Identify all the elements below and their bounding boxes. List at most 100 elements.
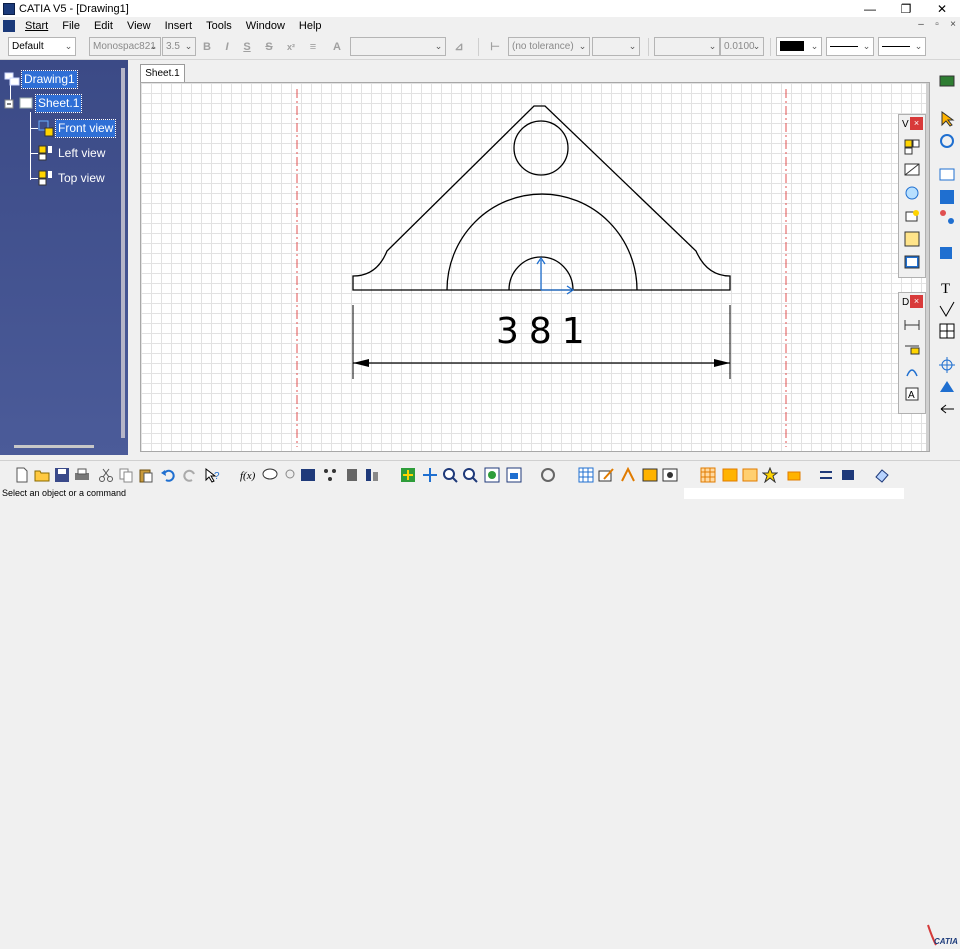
superscript-button[interactable]: x²	[282, 38, 300, 56]
align-icon[interactable]: ≡	[304, 38, 322, 56]
strikethrough-button[interactable]: S	[260, 38, 278, 56]
tree-node-top-view[interactable]: Top view	[38, 169, 107, 187]
close-button[interactable]: ✕	[924, 0, 960, 17]
pan-icon[interactable]	[422, 467, 438, 483]
copy-icon[interactable]	[118, 467, 134, 483]
mdi-restore-button[interactable]: ▫	[930, 18, 944, 32]
tab-sheet-1[interactable]: Sheet.1	[140, 64, 185, 82]
star-icon[interactable]	[761, 466, 779, 484]
fit-all-icon[interactable]	[400, 467, 416, 483]
broken-view-tool-icon[interactable]	[903, 230, 921, 248]
orange-layout-icon[interactable]	[742, 467, 758, 483]
menu-edit[interactable]: Edit	[87, 20, 120, 32]
menu-view[interactable]: View	[120, 20, 158, 32]
line-type-select[interactable]: ⌄	[826, 37, 874, 56]
graph-icon[interactable]	[322, 467, 338, 483]
menu-window[interactable]: Window	[239, 20, 292, 32]
dimensioning-toolbar-close-button[interactable]: ×	[910, 295, 923, 308]
line-thickness-select[interactable]: ⌄	[878, 37, 926, 56]
comment-icon[interactable]	[262, 467, 278, 483]
analysis-icon[interactable]	[620, 466, 636, 483]
bold-button[interactable]: B	[198, 38, 216, 56]
projection-icon[interactable]	[938, 208, 956, 226]
text-tool-icon[interactable]: A	[903, 385, 921, 403]
undo-icon[interactable]	[160, 467, 176, 483]
workbench-icon[interactable]	[938, 72, 956, 90]
tolerance-select[interactable]: (no tolerance) ⌄	[508, 37, 590, 56]
menu-start[interactable]: Start	[18, 20, 55, 32]
precision-select[interactable]: 0.0100 ⌄	[720, 37, 764, 56]
table-editor-icon[interactable]	[300, 467, 316, 483]
style-select[interactable]: Default ⌄	[8, 37, 76, 56]
section-view-tool-icon[interactable]	[903, 161, 921, 179]
normal-view-icon[interactable]	[506, 467, 522, 483]
detail-view-tool-icon[interactable]	[903, 184, 921, 202]
font-select[interactable]: Monospac821 ⌄	[89, 37, 161, 56]
view-layout-icon[interactable]	[938, 188, 956, 206]
new-sheet-icon[interactable]	[938, 166, 956, 184]
formula-icon[interactable]: f(x)	[240, 467, 256, 483]
text-annotation-icon[interactable]: T	[938, 278, 956, 297]
dimension-tool-icon[interactable]: ⊿	[450, 38, 468, 56]
drawing-canvas[interactable]: 381	[140, 82, 930, 452]
font-size-select[interactable]: 3.5 ⌄	[162, 37, 196, 56]
menu-tools[interactable]: Tools	[199, 20, 239, 32]
tree-node-drawing[interactable]: Drawing1	[4, 69, 78, 89]
select-arrow-icon[interactable]	[938, 110, 956, 128]
photo-icon[interactable]	[662, 467, 678, 483]
tolerance-value-select[interactable]: ⌄	[592, 37, 640, 56]
new-file-icon[interactable]	[14, 467, 30, 483]
roughness-icon[interactable]	[938, 300, 956, 318]
zoom-in-icon[interactable]	[442, 467, 458, 483]
erase-icon[interactable]	[874, 467, 890, 483]
mdi-close-button[interactable]: ×	[946, 18, 960, 32]
zoom-out-icon[interactable]	[462, 467, 478, 483]
menu-file[interactable]: File	[55, 20, 87, 32]
layers-icon[interactable]	[840, 467, 856, 483]
symbol-select[interactable]: ⌄	[350, 37, 446, 56]
area-fill-icon[interactable]	[938, 378, 956, 396]
tree-node-sheet[interactable]: Sheet.1	[4, 93, 83, 113]
generation-icon[interactable]	[938, 244, 956, 262]
orange-table-icon[interactable]	[722, 467, 738, 483]
orange-grid-icon[interactable]	[700, 467, 716, 483]
underline-button[interactable]: S	[238, 38, 256, 56]
clipping-view-tool-icon[interactable]	[903, 207, 921, 225]
views-toolbar-close-button[interactable]: ×	[910, 117, 923, 130]
table-icon[interactable]	[938, 322, 956, 340]
dimension-edit-tool-icon[interactable]	[903, 362, 921, 380]
dimension-value[interactable]: 381	[496, 311, 586, 352]
tolerancing-tool-icon[interactable]	[903, 339, 921, 357]
line-color-select[interactable]: ⌄	[776, 37, 822, 56]
redo-icon[interactable]	[182, 467, 198, 483]
update-icon[interactable]	[938, 132, 956, 150]
swap-icon[interactable]	[818, 467, 834, 483]
menu-insert[interactable]: Insert	[158, 20, 200, 32]
text-frame-icon[interactable]: A	[328, 38, 346, 56]
arrow-icon[interactable]	[938, 400, 956, 418]
catalog-icon[interactable]	[344, 467, 360, 483]
front-view-tool-icon[interactable]	[903, 138, 921, 156]
knowledge-icon[interactable]	[282, 467, 298, 483]
tree-horizontal-scrollbar[interactable]	[14, 445, 94, 448]
sketch-icon[interactable]	[598, 467, 614, 483]
numerical-display-select[interactable]: ⌄	[654, 37, 720, 56]
dimensions-tool-icon[interactable]	[903, 316, 921, 334]
canvas-scrollbar[interactable]	[926, 83, 929, 451]
wizard-view-tool-icon[interactable]	[903, 253, 921, 271]
restore-button[interactable]: ❐	[888, 0, 924, 17]
axis-center-icon[interactable]	[938, 356, 956, 374]
colored-cell-icon[interactable]	[642, 467, 658, 483]
open-folder-icon[interactable]	[34, 467, 50, 483]
grid-icon[interactable]	[578, 467, 594, 483]
zoom-area-icon[interactable]	[484, 467, 500, 483]
measure-icon[interactable]	[364, 467, 380, 483]
whats-this-icon[interactable]: ?	[204, 467, 220, 483]
paste-icon[interactable]	[138, 467, 154, 483]
tree-vertical-scrollbar[interactable]	[121, 68, 125, 438]
tolerance-icon[interactable]: ⊢	[486, 38, 504, 56]
mdi-minimize-button[interactable]: –	[914, 18, 928, 32]
tree-node-front-view[interactable]: Front view	[38, 118, 117, 138]
cut-icon[interactable]	[98, 467, 114, 483]
minimize-button[interactable]: —	[852, 0, 888, 17]
